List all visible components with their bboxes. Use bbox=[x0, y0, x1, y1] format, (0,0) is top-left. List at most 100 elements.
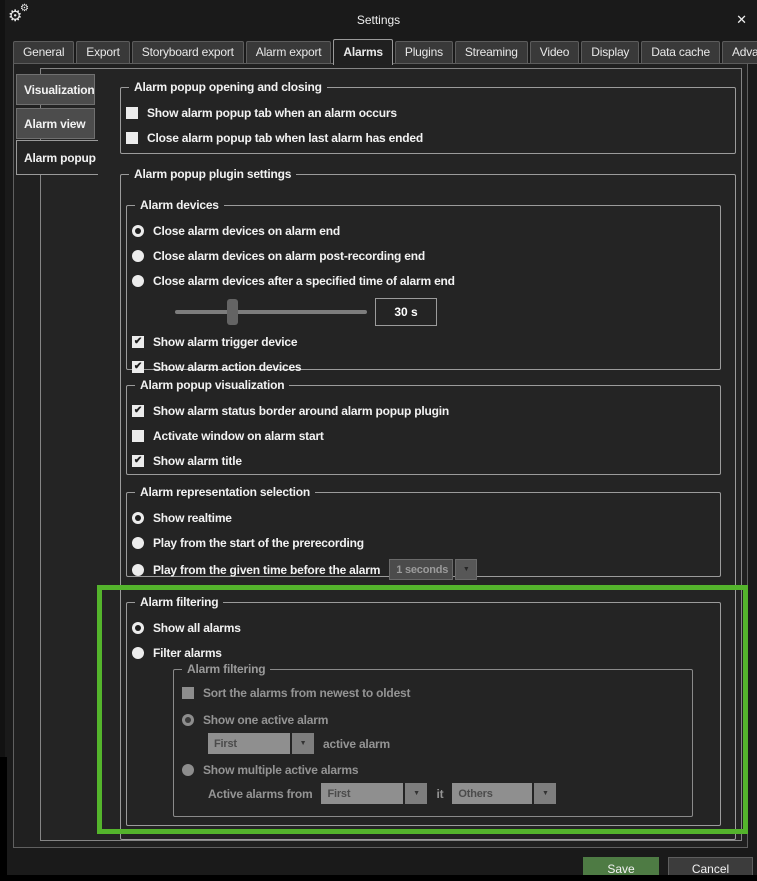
checkbox-label[interactable]: Sort the alarms from newest to oldest bbox=[203, 686, 410, 700]
radio-unselected[interactable] bbox=[132, 250, 144, 262]
checkbox-label[interactable]: Close alarm popup tab when last alarm ha… bbox=[147, 131, 423, 145]
checkbox-row-activate-window[interactable]: Activate window on alarm start bbox=[132, 427, 710, 445]
checkbox-unchecked[interactable] bbox=[126, 107, 138, 119]
checkbox-checked[interactable]: ✔ bbox=[132, 405, 144, 417]
radio-row-close-on-postrecording-end[interactable]: Close alarm devices on alarm post-record… bbox=[132, 247, 710, 265]
dropdown-value[interactable]: First bbox=[321, 783, 403, 804]
checkbox-label[interactable]: Show alarm title bbox=[153, 454, 242, 468]
sidebar-item-alarm-view[interactable]: Alarm view bbox=[16, 108, 95, 139]
chevron-down-icon[interactable]: ▼ bbox=[455, 559, 477, 580]
tab-storyboard-export[interactable]: Storyboard export bbox=[132, 41, 244, 64]
dropdown-value[interactable]: Others bbox=[452, 783, 532, 804]
radio-row-close-after-specified-time[interactable]: Close alarm devices after a specified ti… bbox=[132, 272, 710, 290]
radio-label[interactable]: Filter alarms bbox=[153, 646, 222, 660]
chevron-down-icon[interactable]: ▼ bbox=[405, 783, 427, 804]
check-icon: ✔ bbox=[134, 337, 142, 347]
group-alarm-filtering-options: Alarm filtering Sort the alarms from new… bbox=[173, 669, 693, 817]
checkbox-checked[interactable]: ✔ bbox=[132, 361, 144, 373]
checkbox-label[interactable]: Show alarm popup tab when an alarm occur… bbox=[147, 106, 397, 120]
group-alarm-popup-plugin-settings: Alarm popup plugin settings Alarm device… bbox=[120, 174, 736, 840]
checkbox-row-status-border[interactable]: ✔ Show alarm status border around alarm … bbox=[132, 402, 710, 420]
group-legend: Alarm representation selection bbox=[135, 485, 315, 500]
dropdown-value[interactable]: 1 seconds bbox=[389, 559, 453, 580]
tab-alarm-export[interactable]: Alarm export bbox=[246, 41, 332, 64]
checkbox-label[interactable]: Show alarm trigger device bbox=[153, 335, 297, 349]
tab-general[interactable]: General bbox=[13, 41, 74, 64]
time-before-alarm-dropdown[interactable]: 1 seconds ▼ bbox=[389, 559, 477, 580]
checkbox-row-close-popup-tab[interactable]: Close alarm popup tab when last alarm ha… bbox=[126, 129, 725, 147]
radio-unselected[interactable] bbox=[132, 275, 144, 287]
sidebar-item-alarm-popup[interactable]: Alarm popup bbox=[16, 140, 98, 175]
window-title: Settings bbox=[0, 13, 757, 27]
radio-row-play-given-time[interactable]: Play from the given time before the alar… bbox=[132, 559, 710, 580]
group-alarm-representation-selection: Alarm representation selection Show real… bbox=[126, 492, 721, 577]
close-icon[interactable]: ✕ bbox=[736, 12, 747, 28]
active-alarms-from-dropdown[interactable]: First ▼ bbox=[321, 783, 427, 804]
one-active-alarm-dropdown-row: First ▼ active alarm bbox=[208, 733, 684, 754]
radio-unselected[interactable] bbox=[132, 537, 144, 549]
tab-streaming[interactable]: Streaming bbox=[455, 41, 528, 64]
checkbox-unchecked[interactable] bbox=[132, 430, 144, 442]
tab-alarms[interactable]: Alarms bbox=[333, 39, 393, 65]
checkbox-checked[interactable]: ✔ bbox=[132, 455, 144, 467]
close-time-value-field[interactable]: 30 s bbox=[375, 298, 437, 326]
alarms-tab-pane: Visualization Alarm view Alarm popup Ala… bbox=[13, 63, 748, 848]
tab-display[interactable]: Display bbox=[581, 41, 639, 64]
checkbox-label[interactable]: Activate window on alarm start bbox=[153, 429, 324, 443]
group-legend: Alarm popup plugin settings bbox=[129, 167, 296, 182]
checkbox-unchecked[interactable] bbox=[126, 132, 138, 144]
radio-unselected[interactable] bbox=[132, 564, 144, 576]
radio-label[interactable]: Show realtime bbox=[153, 511, 232, 525]
radio-selected[interactable] bbox=[132, 512, 144, 524]
radio-row-show-realtime[interactable]: Show realtime bbox=[132, 509, 710, 527]
one-active-alarm-dropdown[interactable]: First ▼ bbox=[208, 733, 314, 754]
radio-unselected[interactable] bbox=[132, 647, 144, 659]
radio-label[interactable]: Close alarm devices on alarm end bbox=[153, 224, 340, 238]
tab-video[interactable]: Video bbox=[530, 41, 579, 64]
checkbox-row-show-alarm-title[interactable]: ✔ Show alarm title bbox=[132, 452, 710, 470]
group-legend: Alarm filtering bbox=[135, 595, 223, 610]
checkbox-label[interactable]: Show alarm action devices bbox=[153, 360, 301, 374]
tab-advanced[interactable]: Advanced bbox=[722, 41, 757, 64]
tab-data-cache[interactable]: Data cache bbox=[641, 41, 720, 64]
radio-label[interactable]: Show one active alarm bbox=[203, 713, 328, 727]
checkbox-row-sort-newest-to-oldest[interactable]: Sort the alarms from newest to oldest bbox=[182, 684, 684, 702]
radio-label[interactable]: Close alarm devices after a specified ti… bbox=[153, 274, 455, 288]
check-icon: ✔ bbox=[134, 362, 142, 372]
checkbox-checked[interactable]: ✔ bbox=[132, 336, 144, 348]
chevron-down-icon[interactable]: ▼ bbox=[534, 783, 556, 804]
slider-thumb[interactable] bbox=[227, 299, 238, 325]
radio-label[interactable]: Play from the start of the prerecording bbox=[153, 536, 364, 550]
checkbox-row-show-action-devices[interactable]: ✔ Show alarm action devices bbox=[132, 358, 710, 376]
radio-selected[interactable] bbox=[132, 225, 144, 237]
radio-unselected-disabled[interactable] bbox=[182, 764, 194, 776]
checkbox-row-show-popup-tab[interactable]: Show alarm popup tab when an alarm occur… bbox=[126, 104, 725, 122]
radio-label[interactable]: Show all alarms bbox=[153, 621, 241, 635]
slider-track[interactable] bbox=[175, 310, 367, 314]
radio-selected-disabled[interactable] bbox=[182, 714, 194, 726]
group-alarm-popup-visualization: Alarm popup visualization ✔ Show alarm s… bbox=[126, 385, 721, 475]
checkbox-label[interactable]: Show alarm status border around alarm po… bbox=[153, 404, 449, 418]
dropdown-value[interactable]: First bbox=[208, 733, 290, 754]
radio-row-show-all-alarms[interactable]: Show all alarms bbox=[132, 619, 710, 637]
others-dropdown[interactable]: Others ▼ bbox=[452, 783, 556, 804]
radio-row-show-one-active-alarm[interactable]: Show one active alarm bbox=[182, 711, 684, 729]
radio-selected[interactable] bbox=[132, 622, 144, 634]
radio-label[interactable]: Play from the given time before the alar… bbox=[153, 563, 380, 577]
radio-label[interactable]: Show multiple active alarms bbox=[203, 763, 358, 777]
radio-row-show-multiple-active-alarms[interactable]: Show multiple active alarms bbox=[182, 761, 684, 779]
radio-row-play-from-prerecording[interactable]: Play from the start of the prerecording bbox=[132, 534, 710, 552]
radio-row-filter-alarms[interactable]: Filter alarms bbox=[132, 644, 710, 662]
radio-row-close-on-alarm-end[interactable]: Close alarm devices on alarm end bbox=[132, 222, 710, 240]
screen-edge-bottom bbox=[0, 875, 757, 881]
checkbox-row-show-trigger-device[interactable]: ✔ Show alarm trigger device bbox=[132, 333, 710, 351]
checkbox-unchecked-disabled[interactable] bbox=[182, 687, 194, 699]
settings-tab-bar: General Export Storyboard export Alarm e… bbox=[13, 38, 757, 64]
chevron-down-icon[interactable]: ▼ bbox=[292, 733, 314, 754]
active-alarms-from-label: Active alarms from bbox=[208, 787, 312, 801]
radio-label[interactable]: Close alarm devices on alarm post-record… bbox=[153, 249, 425, 263]
tab-plugins[interactable]: Plugins bbox=[395, 41, 453, 64]
sidebar-item-label: Alarm view bbox=[24, 117, 85, 131]
sidebar-item-visualization[interactable]: Visualization bbox=[16, 74, 95, 105]
tab-export[interactable]: Export bbox=[76, 41, 129, 64]
